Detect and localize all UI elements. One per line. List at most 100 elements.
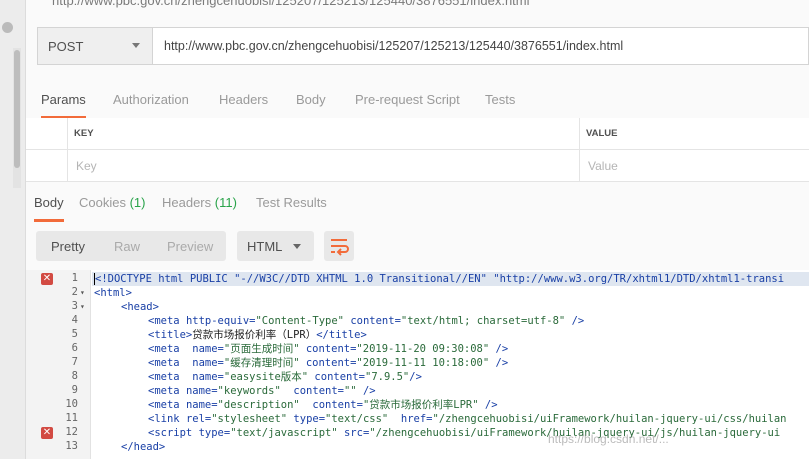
attr-value: "keywords": [217, 385, 294, 397]
attr: src=: [343, 427, 370, 439]
method-select[interactable]: POST: [38, 28, 153, 64]
code-line-10: <meta name="description" content="贷款市场报价…: [148, 398, 498, 412]
attr-value: "stylesheet": [211, 413, 294, 425]
attr: href=: [400, 413, 433, 425]
format-select[interactable]: HTML: [237, 231, 314, 261]
response-tab-body-label: Body: [34, 195, 64, 210]
line-number: 4: [71, 314, 78, 326]
headers-count-badge: (11): [214, 195, 237, 210]
code-line-12: <script type="text/javascript" src="/zhe…: [148, 426, 780, 440]
line-number: 10: [65, 398, 78, 410]
circle-icon: [2, 22, 13, 33]
params-row-checkbox[interactable]: [26, 150, 68, 182]
chevron-down-icon: [293, 244, 301, 249]
params-key-placeholder: Key: [76, 159, 97, 173]
preview-button[interactable]: Preview: [167, 239, 213, 254]
params-value-col: VALUE: [580, 118, 809, 150]
tag-open: <meta: [148, 357, 193, 369]
attr: name=: [192, 343, 224, 355]
attr: name=: [185, 399, 218, 411]
response-tab-body[interactable]: Body: [34, 195, 64, 222]
line-number: 9: [71, 384, 78, 396]
wrap-lines-icon: [331, 239, 349, 256]
response-tab-headers[interactable]: Headers (11): [162, 195, 237, 210]
line-number: 11: [65, 412, 78, 424]
line-number: 7: [71, 356, 78, 368]
params-input-row: Key Value: [26, 150, 809, 182]
wrap-lines-button[interactable]: [324, 231, 354, 261]
params-table: KEY VALUE Key Value: [26, 118, 809, 182]
response-tabs: Body Cookies (1) Headers (11) Test Resul…: [26, 183, 809, 223]
tab-headers[interactable]: Headers: [219, 92, 268, 107]
attr: type=: [198, 427, 231, 439]
tag-open: <title>: [148, 329, 193, 341]
params-key-header: KEY: [74, 128, 94, 139]
tag-close: />: [409, 371, 422, 383]
view-mode-group: Pretty Raw Preview: [36, 231, 226, 261]
attr-value: "7.9.5": [365, 371, 410, 383]
tab-url-header[interactable]: http://www.pbc.gov.cn/zhengcehuobisi/125…: [26, 0, 809, 18]
tag-open: <link: [148, 413, 186, 425]
attr: content=: [312, 399, 363, 411]
attr-value: "Content-Type": [255, 315, 351, 327]
attr: http-equiv=: [185, 315, 256, 327]
attr-value: "/zhengcehuobisi/uiFramework/huilan-jque…: [432, 413, 787, 425]
cookies-count-badge: (1): [129, 195, 146, 210]
request-bar: POST http://www.pbc.gov.cn/zhengcehuobis…: [37, 27, 809, 65]
tag-close: </title>: [316, 329, 367, 341]
attr: content=: [314, 371, 365, 383]
pretty-button[interactable]: Pretty: [51, 239, 85, 254]
fold-arrow-icon[interactable]: ▾: [80, 288, 88, 297]
error-icon[interactable]: ✕: [41, 273, 53, 285]
raw-button[interactable]: Raw: [114, 239, 140, 254]
fold-arrow-icon[interactable]: ▾: [80, 302, 88, 311]
code-line-5: <title>贷款市场报价利率（LPR）</title>: [148, 328, 367, 342]
attr: name=: [185, 385, 218, 397]
method-label: POST: [48, 39, 84, 54]
tab-tests[interactable]: Tests: [485, 92, 515, 107]
tab-params-label: Params: [41, 92, 86, 107]
attr: content=: [305, 357, 357, 369]
params-header-row: KEY VALUE: [26, 118, 809, 150]
attr-value: "2019-11-11 10:18:00": [356, 357, 496, 369]
params-checkbox-col: [26, 118, 68, 150]
attr-value: "页面生成时间": [223, 343, 306, 355]
attr: content=: [293, 385, 344, 397]
doctype-text: <!DOCTYPE html PUBLIC "-//W3C//DTD XHTML…: [95, 273, 785, 285]
watermark: https://blog.csdn.net/...: [548, 432, 669, 446]
tab-params[interactable]: Params: [41, 92, 86, 119]
code-line-8: <meta name="easysite版本" content="7.9.5"/…: [148, 370, 422, 384]
attr-value: "text/css": [325, 413, 401, 425]
response-toolbar: Pretty Raw Preview HTML: [26, 222, 809, 268]
attr: content=: [350, 315, 401, 327]
tag-open: <meta: [148, 315, 186, 327]
head-close-tag: </head>: [121, 441, 166, 453]
title-text: 贷款市场报价利率（LPR）: [192, 329, 317, 341]
response-code-viewer[interactable]: 1 ✕ 2 ▾ 3 ▾ 4 5 6 7 8 9 10 11 12 ✕ 13 <!DOCTYPE html PUB…: [26, 270, 809, 459]
line-number: 13: [65, 440, 78, 452]
params-value-input[interactable]: Value: [580, 150, 809, 182]
code-line-1: <!DOCTYPE html PUBLIC "-//W3C//DTD XHTML…: [94, 272, 784, 286]
attr-value: "缓存清理时间": [223, 357, 306, 369]
attr-value: "": [343, 385, 363, 397]
tag-close: />: [362, 385, 376, 397]
tab-pre-request-script[interactable]: Pre-request Script: [355, 92, 460, 107]
sidebar-scrollbar-thumb[interactable]: [14, 50, 20, 168]
code-line-9: <meta name="keywords" content="" />: [148, 384, 376, 398]
tag-close: />: [571, 315, 585, 327]
line-number: 5: [71, 328, 78, 340]
tab-authorization[interactable]: Authorization: [113, 92, 189, 107]
error-icon[interactable]: ✕: [41, 427, 53, 439]
code-line-2: <html>: [94, 286, 132, 300]
line-number: 2: [71, 286, 78, 298]
params-key-input[interactable]: Key: [68, 150, 580, 182]
attr: type=: [293, 413, 326, 425]
tag-close: />: [495, 343, 509, 355]
response-tab-cookies[interactable]: Cookies (1): [79, 195, 145, 210]
line-number: 8: [71, 370, 78, 382]
response-tab-test-results[interactable]: Test Results: [256, 195, 327, 210]
code-line-13: </head>: [121, 440, 165, 454]
tab-body[interactable]: Body: [296, 92, 326, 107]
code-line-11: <link rel="stylesheet" type="text/css" h…: [148, 412, 787, 426]
request-url-input[interactable]: http://www.pbc.gov.cn/zhengcehuobisi/125…: [164, 39, 623, 53]
